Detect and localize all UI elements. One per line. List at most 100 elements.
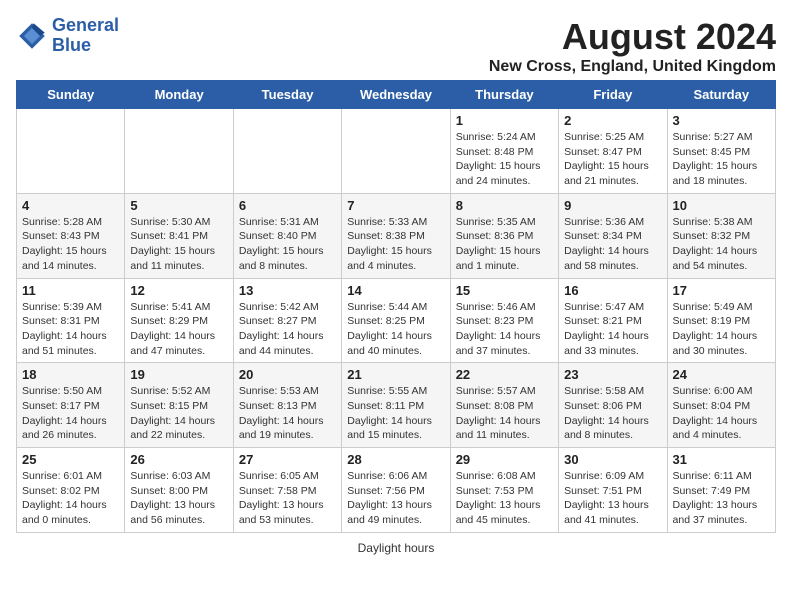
calendar-cell: 28 Sunrise: 6:06 AM Sunset: 7:56 PM Dayli… — [342, 448, 450, 533]
day-number: 23 — [564, 367, 661, 382]
day-number: 29 — [456, 452, 553, 467]
calendar-cell: 15 Sunrise: 5:46 AM Sunset: 8:23 PM Dayli… — [450, 278, 558, 363]
calendar-cell: 22 Sunrise: 5:57 AM Sunset: 8:08 PM Dayli… — [450, 363, 558, 448]
calendar-cell: 12Sunrise: 5:41 AM Sunset: 8:29 PM Dayli… — [125, 278, 233, 363]
day-info: Sunrise: 5:33 AM Sunset: 8:38 PM Dayligh… — [347, 215, 444, 274]
day-number: 19 — [130, 367, 227, 382]
calendar-cell: 19 Sunrise: 5:52 AM Sunset: 8:15 PM Dayli… — [125, 363, 233, 448]
day-info: Sunrise: 5:57 AM Sunset: 8:08 PM Dayligh… — [456, 384, 553, 443]
day-number: 21 — [347, 367, 444, 382]
day-info: Sunrise: 6:03 AM Sunset: 8:00 PM Dayligh… — [130, 469, 227, 528]
footer-note: Daylight hours — [16, 541, 776, 555]
calendar-cell: 21 Sunrise: 5:55 AM Sunset: 8:11 PM Dayli… — [342, 363, 450, 448]
day-info: Sunrise: 6:08 AM Sunset: 7:53 PM Dayligh… — [456, 469, 553, 528]
calendar-cell: 4 Sunrise: 5:28 AM Sunset: 8:43 PM Daylig… — [17, 193, 125, 278]
day-info: Sunrise: 6:09 AM Sunset: 7:51 PM Dayligh… — [564, 469, 661, 528]
day-info: Sunrise: 5:30 AM Sunset: 8:41 PM Dayligh… — [130, 215, 227, 274]
day-info: Sunrise: 5:47 AM Sunset: 8:21 PM Dayligh… — [564, 300, 661, 359]
day-info: Sunrise: 5:28 AM Sunset: 8:43 PM Dayligh… — [22, 215, 119, 274]
day-info: Sunrise: 5:27 AM Sunset: 8:45 PM Dayligh… — [673, 130, 770, 189]
day-number: 7 — [347, 198, 444, 213]
day-number: 24 — [673, 367, 770, 382]
calendar-cell — [125, 109, 233, 194]
calendar-cell: 3 Sunrise: 5:27 AM Sunset: 8:45 PM Daylig… — [667, 109, 775, 194]
calendar-cell: 5Sunrise: 5:30 AM Sunset: 8:41 PM Daylig… — [125, 193, 233, 278]
day-number: 3 — [673, 113, 770, 128]
day-header: Tuesday — [233, 81, 341, 109]
calendar-week: 18 Sunrise: 5:50 AM Sunset: 8:17 PM Dayli… — [17, 363, 776, 448]
day-info: Sunrise: 5:39 AM Sunset: 8:31 PM Dayligh… — [22, 300, 119, 359]
day-number: 26 — [130, 452, 227, 467]
day-number: 17 — [673, 283, 770, 298]
calendar-cell: 26 Sunrise: 6:03 AM Sunset: 8:00 PM Dayli… — [125, 448, 233, 533]
day-number: 9 — [564, 198, 661, 213]
day-info: Sunrise: 5:31 AM Sunset: 8:40 PM Dayligh… — [239, 215, 336, 274]
calendar-cell: 13 Sunrise: 5:42 AM Sunset: 8:27 PM Dayli… — [233, 278, 341, 363]
day-info: Sunrise: 6:00 AM Sunset: 8:04 PM Dayligh… — [673, 384, 770, 443]
day-number: 27 — [239, 452, 336, 467]
day-number: 14 — [347, 283, 444, 298]
day-header: Friday — [559, 81, 667, 109]
day-header: Thursday — [450, 81, 558, 109]
day-number: 31 — [673, 452, 770, 467]
logo: General Blue — [16, 16, 119, 56]
day-info: Sunrise: 5:53 AM Sunset: 8:13 PM Dayligh… — [239, 384, 336, 443]
day-info: Sunrise: 6:05 AM Sunset: 7:58 PM Dayligh… — [239, 469, 336, 528]
day-info: Sunrise: 6:01 AM Sunset: 8:02 PM Dayligh… — [22, 469, 119, 528]
main-title: August 2024 — [489, 16, 776, 58]
calendar-cell: 29 Sunrise: 6:08 AM Sunset: 7:53 PM Dayli… — [450, 448, 558, 533]
day-info: Sunrise: 5:46 AM Sunset: 8:23 PM Dayligh… — [456, 300, 553, 359]
day-number: 2 — [564, 113, 661, 128]
day-number: 22 — [456, 367, 553, 382]
subtitle: New Cross, England, United Kingdom — [489, 58, 776, 76]
calendar-week: 4 Sunrise: 5:28 AM Sunset: 8:43 PM Daylig… — [17, 193, 776, 278]
calendar-cell: 11Sunrise: 5:39 AM Sunset: 8:31 PM Dayli… — [17, 278, 125, 363]
calendar-cell: 10 Sunrise: 5:38 AM Sunset: 8:32 PM Dayli… — [667, 193, 775, 278]
day-number: 18 — [22, 367, 119, 382]
calendar-cell: 1 Sunrise: 5:24 AM Sunset: 8:48 PM Daylig… — [450, 109, 558, 194]
day-number: 8 — [456, 198, 553, 213]
header: General Blue August 2024 New Cross, Engl… — [16, 16, 776, 76]
calendar-cell: 14Sunrise: 5:44 AM Sunset: 8:25 PM Dayli… — [342, 278, 450, 363]
calendar-cell: 6 Sunrise: 5:31 AM Sunset: 8:40 PM Daylig… — [233, 193, 341, 278]
calendar-cell: 18 Sunrise: 5:50 AM Sunset: 8:17 PM Dayli… — [17, 363, 125, 448]
day-number: 16 — [564, 283, 661, 298]
day-number: 28 — [347, 452, 444, 467]
day-number: 4 — [22, 198, 119, 213]
day-header: Sunday — [17, 81, 125, 109]
day-header: Saturday — [667, 81, 775, 109]
calendar-week: 1 Sunrise: 5:24 AM Sunset: 8:48 PM Daylig… — [17, 109, 776, 194]
day-number: 1 — [456, 113, 553, 128]
calendar-cell: 7 Sunrise: 5:33 AM Sunset: 8:38 PM Daylig… — [342, 193, 450, 278]
day-number: 13 — [239, 283, 336, 298]
calendar-table: SundayMondayTuesdayWednesdayThursdayFrid… — [16, 80, 776, 533]
day-info: Sunrise: 5:41 AM Sunset: 8:29 PM Dayligh… — [130, 300, 227, 359]
header-row: SundayMondayTuesdayWednesdayThursdayFrid… — [17, 81, 776, 109]
calendar-cell — [17, 109, 125, 194]
calendar-week: 25Sunrise: 6:01 AM Sunset: 8:02 PM Dayli… — [17, 448, 776, 533]
day-info: Sunrise: 5:24 AM Sunset: 8:48 PM Dayligh… — [456, 130, 553, 189]
calendar-cell: 17 Sunrise: 5:49 AM Sunset: 8:19 PM Dayli… — [667, 278, 775, 363]
day-info: Sunrise: 5:36 AM Sunset: 8:34 PM Dayligh… — [564, 215, 661, 274]
calendar-week: 11Sunrise: 5:39 AM Sunset: 8:31 PM Dayli… — [17, 278, 776, 363]
calendar-cell — [342, 109, 450, 194]
day-info: Sunrise: 5:58 AM Sunset: 8:06 PM Dayligh… — [564, 384, 661, 443]
day-number: 10 — [673, 198, 770, 213]
day-info: Sunrise: 5:35 AM Sunset: 8:36 PM Dayligh… — [456, 215, 553, 274]
day-info: Sunrise: 5:52 AM Sunset: 8:15 PM Dayligh… — [130, 384, 227, 443]
day-info: Sunrise: 5:55 AM Sunset: 8:11 PM Dayligh… — [347, 384, 444, 443]
day-info: Sunrise: 5:49 AM Sunset: 8:19 PM Dayligh… — [673, 300, 770, 359]
logo-icon — [16, 20, 48, 52]
day-header: Monday — [125, 81, 233, 109]
day-info: Sunrise: 5:38 AM Sunset: 8:32 PM Dayligh… — [673, 215, 770, 274]
day-info: Sunrise: 5:42 AM Sunset: 8:27 PM Dayligh… — [239, 300, 336, 359]
day-info: Sunrise: 6:06 AM Sunset: 7:56 PM Dayligh… — [347, 469, 444, 528]
day-number: 15 — [456, 283, 553, 298]
calendar-cell: 27 Sunrise: 6:05 AM Sunset: 7:58 PM Dayli… — [233, 448, 341, 533]
day-number: 30 — [564, 452, 661, 467]
day-info: Sunrise: 5:50 AM Sunset: 8:17 PM Dayligh… — [22, 384, 119, 443]
calendar-cell: 25Sunrise: 6:01 AM Sunset: 8:02 PM Dayli… — [17, 448, 125, 533]
calendar-cell: 16 Sunrise: 5:47 AM Sunset: 8:21 PM Dayli… — [559, 278, 667, 363]
logo-text: General Blue — [52, 16, 119, 56]
day-number: 6 — [239, 198, 336, 213]
